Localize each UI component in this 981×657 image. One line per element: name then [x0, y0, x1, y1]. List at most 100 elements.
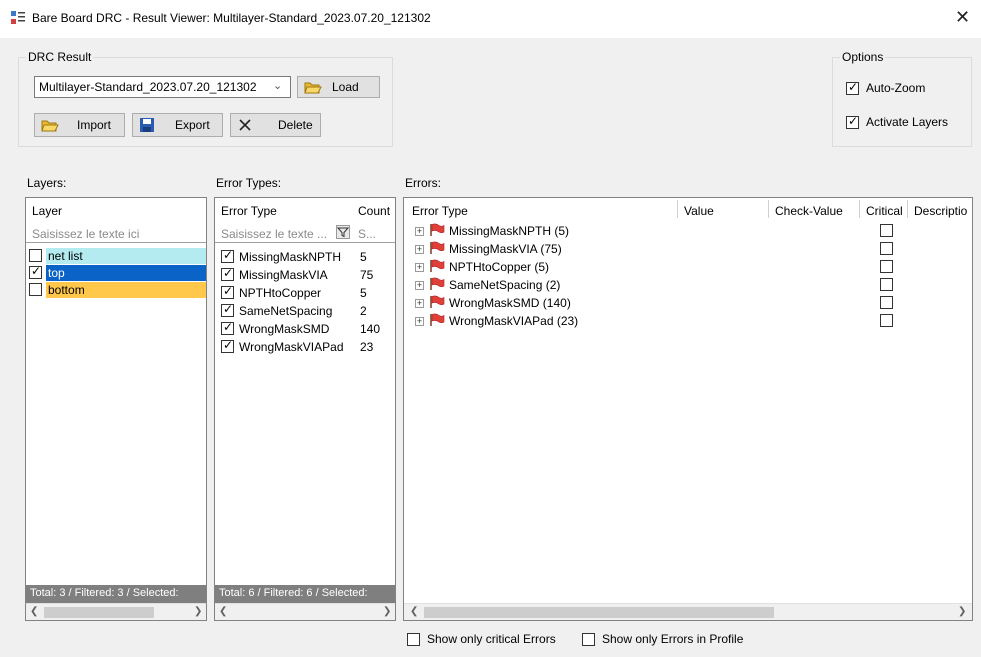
error-type-row[interactable]: ✓ MissingMaskNPTH 5: [217, 248, 395, 265]
profile-only-checkbox[interactable]: [582, 633, 595, 646]
close-icon: [239, 119, 251, 131]
layer-label-net-list: net list: [46, 248, 206, 264]
error-type-name: WrongMaskSMD: [239, 322, 330, 336]
error-type-row[interactable]: ✓ SameNetSpacing 2: [217, 302, 395, 319]
error-types-panel-label: Error Types:: [216, 176, 282, 190]
error-tree-row[interactable]: + MissingMaskNPTH (5): [404, 222, 972, 240]
error-type-checkbox[interactable]: ✓: [221, 284, 234, 299]
checkmark-icon: ✓: [223, 284, 234, 298]
errors-col-critical[interactable]: Critical: [866, 204, 903, 218]
filter-icon[interactable]: [336, 225, 350, 239]
close-icon[interactable]: ✕: [955, 7, 970, 28]
errors-hscrollbar[interactable]: ❮ ❯: [404, 603, 972, 620]
critical-checkbox[interactable]: [880, 278, 893, 291]
scroll-right-icon[interactable]: ❯: [958, 606, 966, 617]
expand-icon[interactable]: +: [415, 317, 424, 326]
drc-result-select[interactable]: Multilayer-Standard_2023.07.20_121302 ⌄: [34, 76, 291, 98]
critical-checkbox[interactable]: [880, 242, 893, 255]
layer-row-bottom[interactable]: bottom: [28, 282, 206, 298]
layer-checkbox-top[interactable]: ✓: [29, 264, 42, 279]
error-types-list[interactable]: Error Type Count Saisissez le texte ... …: [214, 197, 396, 621]
layer-row-net-list[interactable]: net list: [28, 248, 206, 264]
error-type-row[interactable]: ✓ WrongMaskVIAPad 23: [217, 338, 395, 355]
error-type-checkbox[interactable]: ✓: [221, 248, 234, 263]
layers-hscrollbar[interactable]: ❮ ❯: [26, 603, 206, 620]
activate-layers-label: Activate Layers: [866, 115, 949, 129]
auto-zoom-label: Auto-Zoom: [866, 81, 926, 95]
layers-list[interactable]: Layer Saisissez le texte ici net list ✓ …: [25, 197, 207, 621]
error-type-name: SameNetSpacing: [239, 304, 333, 318]
errors-col-description[interactable]: Descriptio: [914, 204, 967, 218]
drc-result-selected: Multilayer-Standard_2023.07.20_121302: [39, 80, 257, 94]
error-type-row[interactable]: ✓ NPTHtoCopper 5: [217, 284, 395, 301]
error-type-filter-input[interactable]: Saisissez le texte ...: [221, 227, 327, 241]
expand-icon[interactable]: +: [415, 281, 424, 290]
layer-label-top: top: [46, 265, 206, 281]
critical-checkbox[interactable]: [880, 314, 893, 327]
error-type-checkbox[interactable]: ✓: [221, 266, 234, 281]
scroll-right-icon[interactable]: ❯: [194, 606, 202, 617]
title-bar: Bare Board DRC - Result Viewer: Multilay…: [0, 0, 981, 38]
expand-icon[interactable]: +: [415, 263, 424, 272]
flag-icon: [430, 277, 445, 290]
critical-checkbox[interactable]: [880, 224, 893, 237]
delete-label: Delete: [278, 118, 313, 132]
error-types-hscrollbar[interactable]: ❮ ❯: [215, 603, 395, 620]
scroll-thumb[interactable]: [44, 607, 154, 618]
error-type-row[interactable]: ✓ MissingMaskVIA 75: [217, 266, 395, 283]
error-type-count: 140: [360, 322, 381, 336]
expand-icon[interactable]: +: [415, 227, 424, 236]
delete-button[interactable]: Delete: [230, 113, 321, 137]
checkmark-icon: ✓: [223, 302, 234, 316]
scroll-thumb[interactable]: [424, 607, 774, 618]
error-tree-row[interactable]: + SameNetSpacing (2): [404, 276, 972, 294]
errors-col-error-type[interactable]: Error Type: [412, 204, 468, 218]
layers-status: Total: 3 / Filtered: 3 / Selected:: [26, 585, 206, 603]
layer-checkbox-net-list[interactable]: [29, 249, 42, 262]
layers-filter-input[interactable]: Saisissez le texte ici: [32, 227, 139, 241]
error-type-checkbox[interactable]: ✓: [221, 302, 234, 317]
import-button[interactable]: Import: [34, 113, 125, 137]
checkmark-icon: ✓: [223, 248, 234, 262]
export-label: Export: [175, 118, 210, 132]
checkmark-icon: ✓: [223, 266, 234, 280]
import-label: Import: [77, 118, 112, 132]
critical-checkbox[interactable]: [880, 296, 893, 309]
error-type-row[interactable]: ✓ WrongMaskSMD 140: [217, 320, 395, 337]
error-tree-row[interactable]: + WrongMaskSMD (140): [404, 294, 972, 312]
errors-tree[interactable]: Error Type Value Check-Value Critical De…: [403, 197, 973, 621]
error-tree-row[interactable]: + NPTHtoCopper (5): [404, 258, 972, 276]
export-button[interactable]: Export: [132, 113, 223, 137]
error-type-checkbox[interactable]: ✓: [221, 320, 234, 335]
activate-layers-checkbox[interactable]: ✓: [846, 114, 859, 129]
errors-col-check-value[interactable]: Check-Value: [775, 204, 843, 218]
layers-panel-label: Layers:: [27, 176, 67, 190]
expand-icon[interactable]: +: [415, 299, 424, 308]
auto-zoom-checkbox[interactable]: ✓: [846, 80, 859, 95]
load-button[interactable]: Load: [297, 76, 380, 98]
layer-checkbox-bottom[interactable]: [29, 283, 42, 296]
scroll-left-icon[interactable]: ❮: [219, 606, 227, 617]
checkmark-icon: ✓: [223, 320, 234, 334]
expand-icon[interactable]: +: [415, 245, 424, 254]
errors-col-value[interactable]: Value: [684, 204, 714, 218]
flag-icon: [430, 295, 445, 308]
errors-panel-label: Errors:: [405, 176, 441, 190]
layer-row-top[interactable]: ✓ top: [28, 264, 206, 281]
count-filter-input[interactable]: S...: [358, 227, 376, 241]
scroll-right-icon[interactable]: ❯: [383, 606, 391, 617]
window-title: Bare Board DRC - Result Viewer: Multilay…: [32, 11, 431, 25]
critical-checkbox[interactable]: [880, 260, 893, 273]
folder-open-icon: [41, 120, 59, 132]
scroll-left-icon[interactable]: ❮: [30, 606, 38, 617]
error-tree-label: WrongMaskSMD (140): [449, 296, 571, 310]
error-tree-row[interactable]: + WrongMaskVIAPad (23): [404, 312, 972, 330]
profile-only-label: Show only Errors in Profile: [602, 632, 744, 646]
error-type-checkbox[interactable]: ✓: [221, 338, 234, 353]
error-tree-row[interactable]: + MissingMaskVIA (75): [404, 240, 972, 258]
error-types-status: Total: 6 / Filtered: 6 / Selected:: [215, 585, 395, 603]
error-tree-label: MissingMaskNPTH (5): [449, 224, 570, 238]
critical-only-checkbox[interactable]: [407, 633, 420, 646]
layer-label-bottom: bottom: [46, 282, 206, 298]
scroll-left-icon[interactable]: ❮: [410, 606, 418, 617]
